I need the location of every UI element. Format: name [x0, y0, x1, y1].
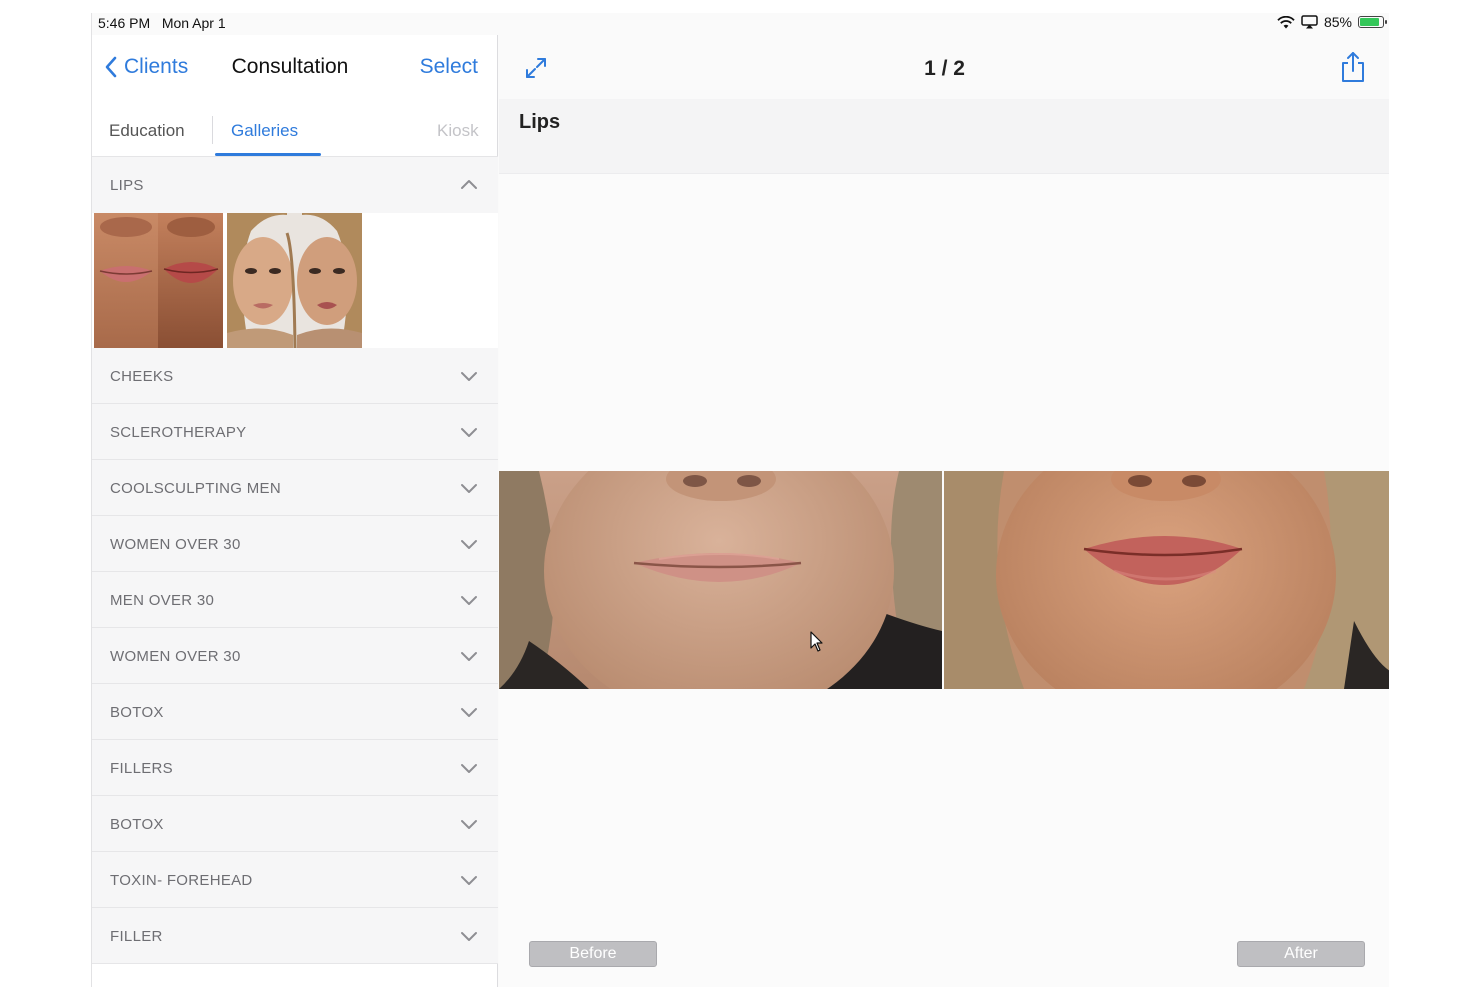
gallery-section-row[interactable]: BOTOX	[92, 796, 498, 852]
lips-thumbnail[interactable]	[94, 213, 223, 348]
gallery-title-bar: Lips	[499, 99, 1389, 174]
sidebar: Clients Consultation Select Education Ga…	[92, 35, 498, 987]
section-label: LIPS	[110, 177, 144, 194]
image-counter: 1 / 2	[924, 57, 965, 80]
section-label: BOTOX	[110, 816, 164, 833]
chevron-down-icon	[461, 708, 477, 717]
status-bar: 5:46 PM Mon Apr 1 85%	[92, 13, 1389, 35]
ipad-screen: 5:46 PM Mon Apr 1 85% Clients Consultati…	[91, 13, 1389, 987]
battery-percent: 85%	[1323, 14, 1352, 30]
chevron-down-icon	[461, 932, 477, 941]
gallery-section-row[interactable]: WOMEN OVER 30	[92, 516, 498, 572]
face-thumbnail[interactable]	[227, 213, 362, 348]
before-lips-image	[499, 471, 942, 689]
section-label: FILLERS	[110, 760, 173, 777]
tab-kiosk[interactable]: Kiosk	[437, 121, 479, 141]
chevron-up-icon	[461, 180, 477, 189]
chevron-down-icon	[461, 596, 477, 605]
section-label: MEN OVER 30	[110, 592, 215, 609]
before-label-button[interactable]: Before	[529, 941, 657, 967]
gallery-section-row[interactable]: CHEEKS	[92, 348, 498, 404]
gallery-section-row[interactable]: COOLSCULPTING MEN	[92, 460, 498, 516]
face-comparison-image	[227, 213, 362, 348]
chevron-down-icon	[461, 428, 477, 437]
mouse-pointer-icon	[810, 631, 823, 652]
segment-tabs: Education Galleries Kiosk	[92, 101, 498, 157]
chevron-down-icon	[461, 652, 477, 661]
gallery-section-row[interactable]: FILLERS	[92, 740, 498, 796]
section-label: WOMEN OVER 30	[110, 536, 241, 553]
sidebar-nav-bar: Clients Consultation Select	[92, 35, 498, 101]
battery-fill	[1360, 18, 1379, 26]
section-label: WOMEN OVER 30	[110, 648, 241, 665]
section-label: FILLER	[110, 928, 163, 945]
gallery-section-row[interactable]: TOXIN- FOREHEAD	[92, 852, 498, 908]
wifi-icon	[1277, 15, 1295, 28]
before-photo[interactable]	[499, 471, 942, 689]
chevron-down-icon	[461, 876, 477, 885]
select-button[interactable]: Select	[420, 55, 478, 79]
tab-divider	[212, 116, 213, 144]
gallery-section-list: CHEEKS SCLEROTHERAPY COOLSCULPTING MEN WOME…	[92, 348, 498, 964]
gallery-section-row[interactable]: SCLEROTHERAPY	[92, 404, 498, 460]
screen-mirroring-icon	[1301, 15, 1318, 29]
gallery-title: Lips	[519, 111, 561, 133]
after-lips-image	[944, 471, 1389, 689]
status-time: 5:46 PM Mon Apr 1	[98, 15, 226, 31]
detail-pane: 1 / 2 Lips Before After	[499, 35, 1389, 987]
chevron-down-icon	[461, 820, 477, 829]
share-icon[interactable]	[1338, 51, 1368, 83]
after-photo[interactable]	[944, 471, 1389, 689]
gallery-section-row[interactable]: BOTOX	[92, 684, 498, 740]
tab-galleries[interactable]: Galleries	[231, 121, 298, 141]
after-label-button[interactable]: After	[1237, 941, 1365, 967]
section-label: SCLEROTHERAPY	[110, 424, 247, 441]
section-label: COOLSCULPTING MEN	[110, 480, 281, 497]
gallery-section-row[interactable]: MEN OVER 30	[92, 572, 498, 628]
battery-icon	[1358, 16, 1387, 28]
section-header-lips[interactable]: LIPS	[92, 157, 498, 213]
gallery-section-row[interactable]: FILLER	[92, 908, 498, 964]
section-label: CHEEKS	[110, 368, 174, 385]
chevron-down-icon	[461, 372, 477, 381]
detail-nav-bar: 1 / 2	[499, 35, 1389, 99]
tab-active-indicator	[215, 153, 321, 156]
section-label: TOXIN- FOREHEAD	[110, 872, 253, 889]
status-right: 85%	[1277, 14, 1387, 30]
tab-education[interactable]: Education	[109, 121, 185, 141]
lips-closeup-image	[94, 213, 223, 348]
chevron-down-icon	[461, 764, 477, 773]
gallery-thumbnails	[92, 213, 498, 348]
chevron-down-icon	[461, 540, 477, 549]
status-date: Mon Apr 1	[161, 15, 226, 31]
section-label: BOTOX	[110, 704, 164, 721]
gallery-section-row[interactable]: WOMEN OVER 30	[92, 628, 498, 684]
chevron-down-icon	[461, 484, 477, 493]
